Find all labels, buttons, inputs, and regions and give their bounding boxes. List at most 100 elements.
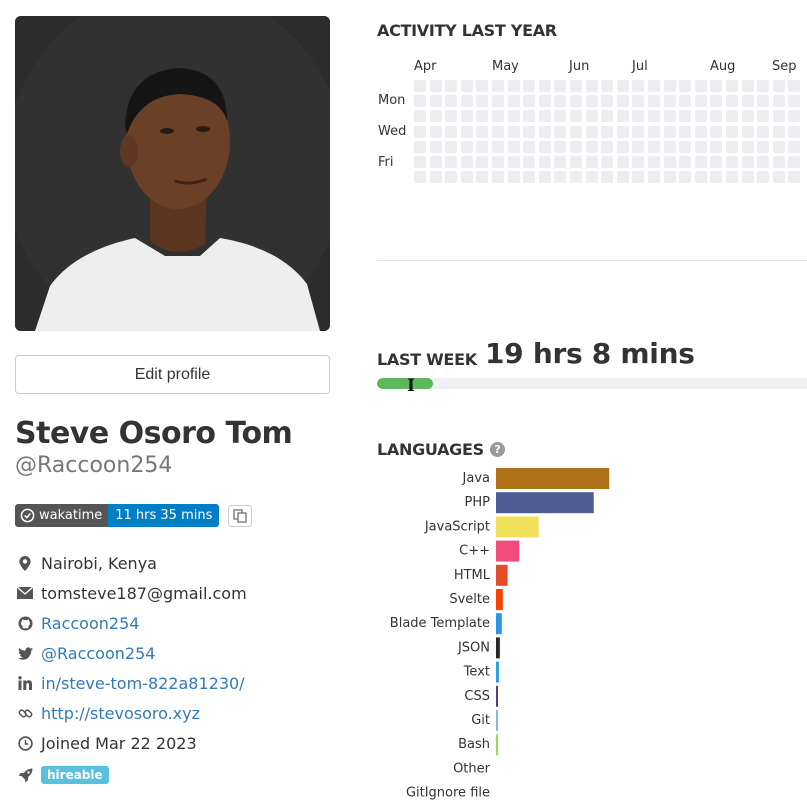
website-row: http://stevosoro.xyz bbox=[17, 702, 200, 724]
github-row: Raccoon254 bbox=[17, 612, 139, 634]
website-link[interactable]: http://stevosoro.xyz bbox=[41, 704, 200, 723]
heatmap-cell bbox=[757, 140, 770, 153]
heatmap-cell bbox=[648, 95, 660, 108]
day-label-fri: Fri bbox=[378, 155, 394, 170]
heatmap-cell bbox=[648, 80, 660, 92]
heatmap-cell bbox=[679, 125, 692, 138]
joined-row: Joined Mar 22 2023 bbox=[17, 732, 197, 754]
heatmap-cell bbox=[788, 110, 801, 123]
heatmap-cell bbox=[757, 110, 770, 123]
heatmap-cell bbox=[663, 156, 676, 168]
location-text: Nairobi, Kenya bbox=[41, 553, 157, 573]
heatmap-cell bbox=[726, 140, 738, 153]
language-bar[interactable] bbox=[496, 468, 610, 489]
language-label: GitIgnore file bbox=[406, 786, 490, 801]
twitter-link[interactable]: @Raccoon254 bbox=[41, 644, 155, 663]
heatmap-cell bbox=[648, 110, 660, 123]
month-label-jun: Jun bbox=[569, 59, 590, 74]
language-bar[interactable] bbox=[496, 734, 498, 756]
heatmap-cell bbox=[554, 125, 567, 138]
wakatime-badge[interactable]: wakatime 11 hrs 35 mins bbox=[15, 504, 220, 527]
month-label-aug: Aug bbox=[710, 59, 736, 74]
heatmap-cell bbox=[757, 125, 770, 138]
language-bar[interactable] bbox=[496, 492, 594, 514]
heatmap-cell bbox=[445, 110, 458, 123]
heatmap-cell bbox=[570, 110, 582, 123]
copy-badge-button[interactable] bbox=[228, 505, 252, 527]
heatmap-cell bbox=[429, 140, 442, 153]
twitter-icon bbox=[17, 645, 33, 661]
language-bar[interactable] bbox=[496, 564, 508, 586]
heatmap-cell bbox=[663, 125, 676, 138]
heatmap-cell bbox=[648, 156, 660, 168]
heatmap-cell bbox=[523, 140, 536, 153]
language-bar[interactable] bbox=[496, 516, 539, 538]
language-bar[interactable] bbox=[496, 613, 502, 635]
heatmap-cell bbox=[601, 80, 614, 92]
heatmap-cell bbox=[538, 95, 551, 108]
badge-value: 11 hrs 35 mins bbox=[108, 504, 220, 527]
languages-bar-chart: Java PHP JavaScript C++ HTML Svelte Blade Temp… bbox=[390, 468, 610, 801]
heatmap-cell bbox=[741, 80, 754, 92]
heatmap-cell bbox=[757, 171, 770, 184]
twitter-row: @Raccoon254 bbox=[17, 642, 155, 664]
heatmap-cell bbox=[710, 125, 723, 138]
language-bar[interactable] bbox=[496, 685, 498, 707]
language-label: HTML bbox=[454, 568, 491, 583]
language-label: Java bbox=[462, 471, 490, 486]
heatmap-cell bbox=[476, 125, 489, 138]
heatmap-cell bbox=[414, 110, 426, 123]
heatmap-cell bbox=[710, 156, 723, 168]
heatmap-cell bbox=[585, 80, 598, 92]
language-bar[interactable] bbox=[496, 589, 503, 610]
linkedin-link[interactable]: in/steve-tom-822a81230/ bbox=[41, 674, 245, 693]
language-bar[interactable] bbox=[496, 637, 500, 659]
language-label: Blade Template bbox=[390, 616, 490, 631]
rocket-icon bbox=[17, 767, 33, 783]
heatmap-cell bbox=[507, 110, 520, 123]
heatmap-cell bbox=[585, 171, 598, 184]
heatmap-cell bbox=[507, 125, 520, 138]
language-label: C++ bbox=[459, 544, 490, 559]
email-text[interactable]: tomsteve187@gmail.com bbox=[41, 584, 247, 603]
heatmap-cell bbox=[476, 110, 489, 123]
copy-icon bbox=[233, 509, 247, 523]
heatmap-cell bbox=[788, 125, 801, 138]
heatmap-cell bbox=[554, 156, 567, 168]
heatmap-cell bbox=[694, 80, 707, 92]
last-week-title: LAST WEEK bbox=[377, 350, 477, 369]
location-row: Nairobi, Kenya bbox=[17, 552, 157, 574]
language-label: JavaScript bbox=[424, 519, 490, 534]
heatmap-cell bbox=[429, 171, 442, 184]
language-label: Other bbox=[453, 761, 491, 776]
heatmap-cell bbox=[710, 140, 723, 153]
language-bar[interactable] bbox=[496, 661, 499, 683]
heatmap-cell bbox=[507, 95, 520, 108]
edit-profile-button[interactable]: Edit profile bbox=[15, 355, 330, 394]
heatmap-cell bbox=[445, 140, 458, 153]
heatmap-cell bbox=[414, 171, 426, 184]
heatmap-cell bbox=[570, 140, 582, 153]
day-label-mon: Mon bbox=[378, 93, 406, 108]
question-circle-icon[interactable]: ? bbox=[489, 442, 505, 457]
language-bar[interactable] bbox=[496, 710, 498, 731]
heatmap-cell bbox=[523, 80, 536, 92]
heatmap-cell bbox=[663, 80, 676, 92]
language-bar[interactable] bbox=[496, 540, 520, 562]
heatmap-cell bbox=[710, 80, 723, 92]
heatmap-cell bbox=[632, 171, 645, 184]
heatmap-cell bbox=[788, 156, 801, 168]
heatmap-cell bbox=[741, 140, 754, 153]
linkedin-icon bbox=[17, 675, 33, 691]
github-link[interactable]: Raccoon254 bbox=[41, 614, 139, 633]
heatmap-cell bbox=[772, 156, 785, 168]
languages-title: LANGUAGES ? bbox=[377, 440, 505, 459]
heatmap-cell bbox=[414, 125, 426, 138]
email-row: tomsteve187@gmail.com bbox=[17, 582, 247, 604]
envelope-icon bbox=[17, 585, 33, 601]
heatmap-cell bbox=[492, 156, 504, 168]
heatmap-cell bbox=[726, 156, 738, 168]
profile-avatar bbox=[15, 16, 330, 331]
language-label: CSS bbox=[464, 689, 490, 704]
heatmap-cell bbox=[788, 140, 801, 153]
